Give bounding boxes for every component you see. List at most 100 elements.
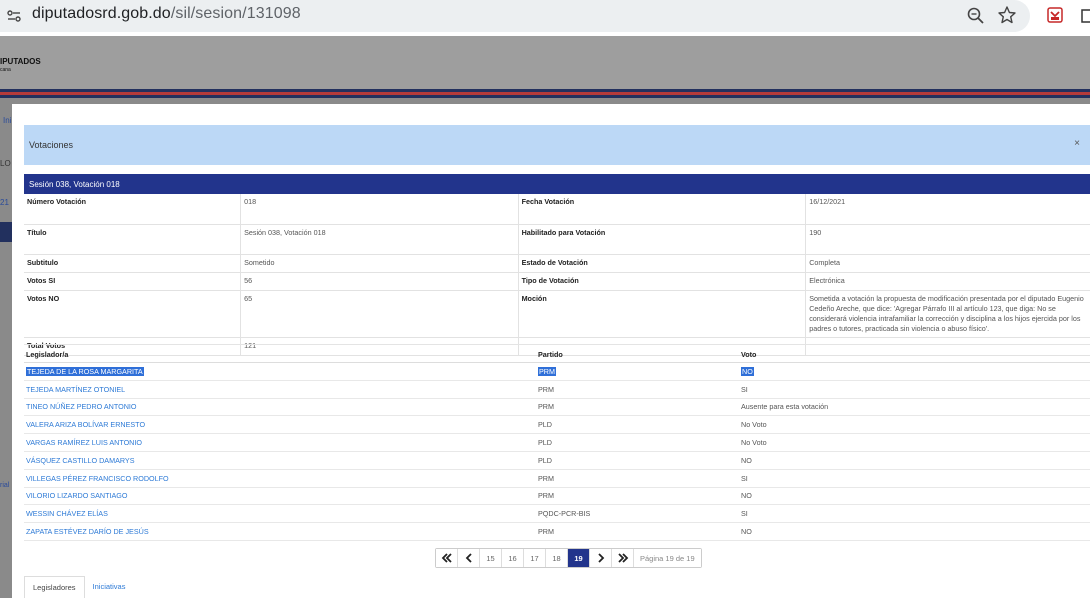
- vote-cell: NO: [739, 522, 1090, 541]
- double-chevron-right-icon: [617, 553, 628, 563]
- party-cell: PRM: [536, 362, 739, 381]
- url-text[interactable]: diputadosrd.gob.do/sil/sesion/131098: [32, 5, 301, 23]
- vote-cell: NO: [739, 487, 1090, 506]
- info-label: Moción: [518, 290, 807, 338]
- info-value: Sesión 038, Votación 018: [240, 224, 519, 255]
- info-label: Número Votación: [24, 194, 242, 225]
- table-row: VILLEGAS PÉREZ FRANCISCO RODOLFO PRM SI: [24, 469, 1090, 488]
- info-value: Completa: [805, 254, 1090, 273]
- legislator-link[interactable]: VÁSQUEZ CASTILLO DAMARYS: [24, 451, 536, 470]
- column-header-voto[interactable]: Voto: [739, 344, 1090, 363]
- column-header-partido[interactable]: Partido: [536, 344, 739, 363]
- table-row: TINEO NÚÑEZ PEDRO ANTONIO PRM Ausente pa…: [24, 398, 1090, 417]
- url-path: /sil/sesion/131098: [170, 5, 301, 22]
- info-value: Sometido: [240, 254, 519, 273]
- info-label: Votos NO: [24, 290, 242, 338]
- votes-header-row: Legislador/a Partido Voto: [24, 344, 1090, 363]
- page-info: Página 19 de 19: [634, 549, 701, 567]
- page-button[interactable]: 18: [546, 549, 568, 567]
- vote-cell: SI: [739, 380, 1090, 399]
- info-value: 190: [805, 224, 1090, 255]
- vote-info-table: Número Votación 018 Fecha Votación 16/12…: [24, 194, 1090, 356]
- info-row: Número Votación 018 Fecha Votación 16/12…: [24, 194, 1090, 225]
- legislator-link[interactable]: TEJEDA MARTÍNEZ OTONIEL: [24, 380, 536, 399]
- vote-cell: SI: [739, 469, 1090, 488]
- url-host: diputadosrd.gob.do: [32, 5, 171, 22]
- page-button[interactable]: 16: [502, 549, 524, 567]
- next-page-button[interactable]: [590, 549, 612, 567]
- current-page-button[interactable]: 19: [568, 549, 590, 567]
- info-value: Sometida a votación la propuesta de modi…: [805, 290, 1090, 338]
- modal-header: Votaciones ×: [24, 125, 1090, 165]
- page-button[interactable]: 17: [524, 549, 546, 567]
- site-settings-icon[interactable]: [6, 8, 22, 24]
- table-row: WESSIN CHÁVEZ ELÍAS PQDC-PCR-BIS SI: [24, 504, 1090, 524]
- extension-icon[interactable]: [1080, 6, 1090, 26]
- modal-title: Votaciones: [29, 140, 74, 150]
- zoom-icon[interactable]: [966, 6, 986, 26]
- table-row: TEJEDA DE LA ROSA MARGARITA PRM NO: [24, 362, 1090, 381]
- tab-iniciativas[interactable]: Iniciativas: [85, 576, 134, 598]
- info-value: 16/12/2021: [805, 194, 1090, 225]
- column-header-legislador[interactable]: Legislador/a: [24, 344, 536, 363]
- info-row: Votos SI 56 Tipo de Votación Electrónica: [24, 272, 1090, 291]
- address-bar[interactable]: diputadosrd.gob.do/sil/sesion/131098: [0, 0, 1030, 32]
- extension-icon[interactable]: [1046, 6, 1064, 24]
- modal-tabs: Legisladores Iniciativas: [24, 576, 133, 598]
- previous-page-button[interactable]: [458, 549, 480, 567]
- chevron-right-icon: [597, 553, 604, 563]
- background-text-fragment: 21: [0, 198, 9, 207]
- party-cell: PRM: [536, 469, 739, 488]
- table-row: TEJEDA MARTÍNEZ OTONIEL PRM SI: [24, 380, 1090, 399]
- info-value: Electrónica: [805, 272, 1090, 291]
- close-icon[interactable]: ×: [1074, 138, 1080, 149]
- vote-cell: NO: [739, 451, 1090, 470]
- party-cell: PLD: [536, 415, 739, 435]
- background-bar: [0, 222, 12, 242]
- info-row: Subtitulo Sometido Estado de Votación Co…: [24, 254, 1090, 273]
- chevron-left-icon: [465, 553, 472, 563]
- party-cell: PRM: [536, 522, 739, 541]
- vote-value: NO: [741, 366, 754, 376]
- vote-cell: NO: [739, 362, 1090, 381]
- info-label: Título: [24, 224, 242, 255]
- legislator-link[interactable]: ZAPATA ESTÉVEZ DARÍO DE JESÚS: [24, 522, 536, 541]
- votes-table: Legislador/a Partido Voto TEJEDA DE LA R…: [24, 344, 1090, 541]
- vote-cell: SI: [739, 504, 1090, 524]
- bookmark-star-icon[interactable]: [997, 5, 1017, 25]
- info-row: Votos NO 65 Moción Sometida a votación l…: [24, 290, 1090, 338]
- vote-cell: No Voto: [739, 433, 1090, 452]
- info-label: Fecha Votación: [518, 194, 807, 225]
- party-cell: PRM: [536, 380, 739, 399]
- session-title: Sesión 038, Votación 018: [29, 180, 120, 189]
- party-cell: PQDC-PCR-BIS: [536, 504, 739, 524]
- table-row: VILORIO LIZARDO SANTIAGO PRM NO: [24, 487, 1090, 506]
- legislator-link[interactable]: TINEO NÚÑEZ PEDRO ANTONIO: [24, 398, 536, 417]
- background-nav-fragment: Ini: [3, 116, 12, 125]
- legislator-link[interactable]: VARGAS RAMÍREZ LUIS ANTONIO: [24, 433, 536, 452]
- info-value: 56: [240, 272, 519, 291]
- table-row: VARGAS RAMÍREZ LUIS ANTONIO PLD No Voto: [24, 433, 1090, 452]
- vote-cell: No Voto: [739, 415, 1090, 435]
- legislator-link[interactable]: VALERA ARIZA BOLÍVAR ERNESTO: [24, 415, 536, 435]
- info-label: Votos SI: [24, 272, 242, 291]
- first-page-button[interactable]: [436, 549, 458, 567]
- tab-legisladores[interactable]: Legisladores: [24, 576, 85, 598]
- last-page-button[interactable]: [612, 549, 634, 567]
- legislator-link[interactable]: TEJEDA DE LA ROSA MARGARITA: [24, 362, 536, 381]
- party-name: PRM: [538, 366, 556, 376]
- legislator-link[interactable]: VILORIO LIZARDO SANTIAGO: [24, 487, 536, 506]
- info-value: 018: [240, 194, 519, 225]
- info-value: 65: [240, 290, 519, 338]
- page-button[interactable]: 15: [480, 549, 502, 567]
- table-row: VÁSQUEZ CASTILLO DAMARYS PLD NO: [24, 451, 1090, 470]
- site-logo: IPUTADOS cana: [0, 57, 41, 74]
- party-cell: PRM: [536, 398, 739, 417]
- vote-cell: Ausente para esta votación: [739, 398, 1090, 417]
- info-label: Habilitado para Votación: [518, 224, 807, 255]
- background-text-fragment: rial: [0, 482, 10, 489]
- info-label: Tipo de Votación: [518, 272, 807, 291]
- legislator-link[interactable]: VILLEGAS PÉREZ FRANCISCO RODOLFO: [24, 469, 536, 488]
- legislator-link[interactable]: WESSIN CHÁVEZ ELÍAS: [24, 504, 536, 524]
- browser-toolbar: diputadosrd.gob.do/sil/sesion/131098: [0, 0, 1090, 36]
